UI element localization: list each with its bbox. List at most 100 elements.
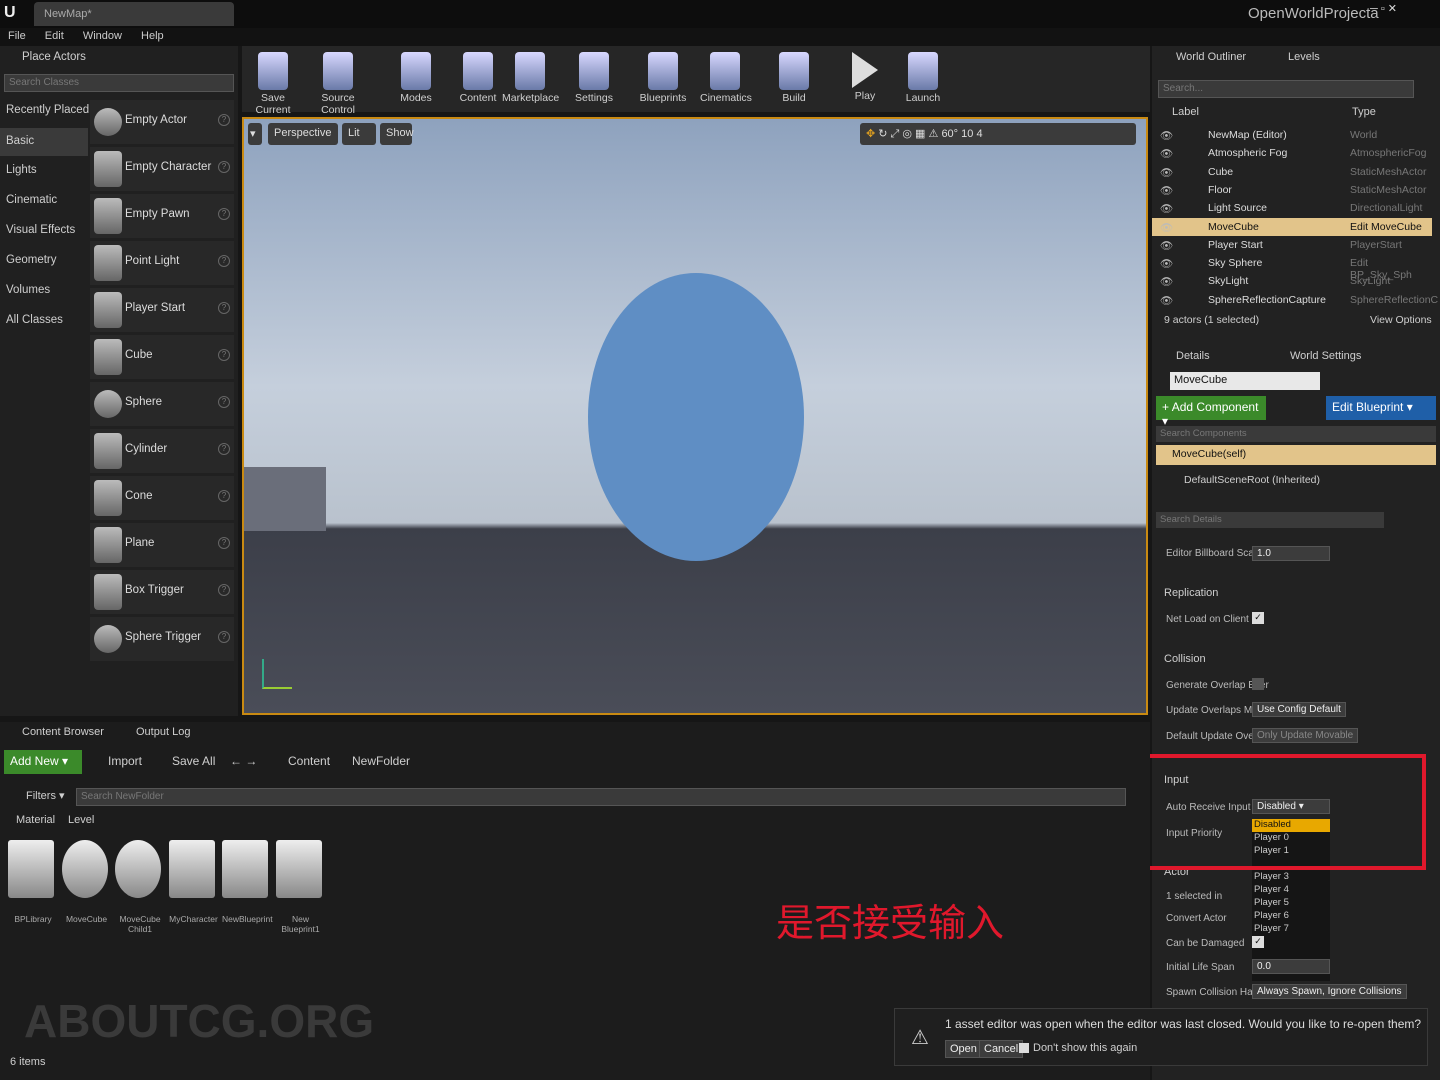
category-all-classes[interactable]: All Classes <box>6 314 63 326</box>
perspective-button[interactable]: Perspective <box>268 123 338 145</box>
menu-window[interactable]: Window <box>75 28 130 44</box>
help-icon[interactable]: ? <box>218 396 230 408</box>
category-volumes[interactable]: Volumes <box>6 284 50 296</box>
outliner-row[interactable]: 👁 Player Start PlayerStart <box>1152 236 1432 254</box>
fov-value[interactable]: 60° <box>941 128 958 140</box>
category-geometry[interactable]: Geometry <box>6 254 57 266</box>
menu-edit[interactable]: Edit <box>37 28 72 44</box>
eye-icon[interactable]: 👁 <box>1160 257 1173 270</box>
actor-sphere[interactable]: Sphere? <box>90 382 234 426</box>
filters-button[interactable]: Filters ▾ <box>26 789 65 802</box>
actor-cylinder[interactable]: Cylinder? <box>90 429 234 473</box>
help-icon[interactable]: ? <box>218 490 230 502</box>
asset-tile[interactable]: BPLibrary <box>8 840 58 940</box>
category-recently[interactable]: Recently Placed <box>6 104 89 116</box>
place-actors-title[interactable]: Place Actors <box>22 51 86 63</box>
tab-content-browser[interactable]: Content Browser <box>22 726 104 738</box>
breadcrumb-content[interactable]: Content <box>288 754 330 768</box>
marketplace-button[interactable]: Marketplace <box>502 46 559 112</box>
lit-button[interactable]: Lit <box>342 123 376 145</box>
translate-icon[interactable]: ✥ <box>866 128 875 140</box>
search-components-input[interactable]: Search Components <box>1156 426 1436 442</box>
actor-player-start[interactable]: Player Start? <box>90 288 234 332</box>
camera-speed[interactable]: 4 <box>976 128 982 140</box>
help-icon[interactable]: ? <box>218 114 230 126</box>
open-button[interactable]: Open <box>945 1040 982 1058</box>
import-button[interactable]: Import <box>108 754 142 768</box>
map-tab[interactable]: NewMap* <box>34 2 234 26</box>
category-basic[interactable]: Basic <box>0 128 88 156</box>
asset-tile[interactable]: MoveCube <box>61 840 112 940</box>
eye-icon[interactable]: 👁 <box>1160 202 1173 215</box>
play-button[interactable]: Play <box>848 46 882 112</box>
tab-details[interactable]: Details <box>1176 350 1210 362</box>
eye-icon[interactable]: 👁 <box>1160 275 1173 288</box>
option-player7[interactable]: Player 7 <box>1252 923 1330 936</box>
outliner-row[interactable]: 👁 Cube StaticMeshActor <box>1152 163 1432 181</box>
col-type[interactable]: Type <box>1352 106 1376 118</box>
option-player4[interactable]: Player 4 <box>1252 884 1330 897</box>
category-cinematic[interactable]: Cinematic <box>6 194 57 206</box>
actor-empty-actor[interactable]: Empty Actor? <box>90 100 234 144</box>
outliner-row[interactable]: 👁 MoveCube Edit MoveCube <box>1152 217 1432 236</box>
outliner-row[interactable]: 👁 Floor StaticMeshActor <box>1152 181 1432 199</box>
help-icon[interactable]: ? <box>218 631 230 643</box>
actor-sphere-trigger[interactable]: Sphere Trigger? <box>90 617 234 661</box>
tab-output-log[interactable]: Output Log <box>136 726 190 738</box>
view-options-button[interactable]: View Options <box>1370 314 1432 326</box>
modes-button[interactable]: Modes <box>394 46 438 112</box>
transform-tools[interactable]: ✥ ↻ ⤢ ◎ ▦ ⚠ 60° 10 4 <box>860 123 1136 145</box>
help-icon[interactable]: ? <box>218 302 230 314</box>
save-current-button[interactable]: Save Current <box>244 46 302 116</box>
filter-level[interactable]: Level <box>68 814 94 826</box>
asset-tile[interactable]: NewBlueprint <box>222 840 273 940</box>
outliner-row[interactable]: 👁 Light Source DirectionalLight <box>1152 199 1432 217</box>
menu-file[interactable]: File <box>0 28 34 44</box>
option-player5[interactable]: Player 5 <box>1252 897 1330 910</box>
outliner-row[interactable]: 👁 SkyLight SkyLight <box>1152 272 1432 290</box>
search-newfolder-input[interactable]: Search NewFolder <box>76 788 1126 806</box>
actor-plane[interactable]: Plane? <box>90 523 234 567</box>
section-collision[interactable]: Collision <box>1164 653 1206 665</box>
col-label[interactable]: Label <box>1172 106 1199 118</box>
actor-empty-character[interactable]: Empty Character? <box>90 147 234 191</box>
net-load-checkbox[interactable]: ✓ <box>1252 612 1264 624</box>
outliner-row[interactable]: 👁 NewMap (Editor) World <box>1152 126 1432 144</box>
tab-world-outliner[interactable]: World Outliner <box>1176 51 1246 63</box>
outliner-search-input[interactable]: Search... <box>1158 80 1414 98</box>
launch-button[interactable]: Launch <box>904 46 942 112</box>
life-span-field[interactable]: 0.0 <box>1252 959 1330 974</box>
search-classes-input[interactable]: Search Classes <box>4 74 234 92</box>
actor-empty-pawn[interactable]: Empty Pawn? <box>90 194 234 238</box>
nav-arrows[interactable]: ← → <box>230 754 257 768</box>
eye-icon[interactable]: 👁 <box>1160 166 1173 179</box>
help-icon[interactable]: ? <box>218 208 230 220</box>
movecube-mesh[interactable] <box>588 273 804 561</box>
blueprints-button[interactable]: Blueprints <box>638 46 688 112</box>
actor-point-light[interactable]: Point Light? <box>90 241 234 285</box>
settings-button[interactable]: Settings <box>572 46 616 112</box>
actor-box-trigger[interactable]: Box Trigger? <box>90 570 234 614</box>
window-controls[interactable]: ─ ▫ ✕ <box>1370 2 1436 16</box>
category-visual-effects[interactable]: Visual Effects <box>6 224 75 236</box>
actor-cone[interactable]: Cone? <box>90 476 234 520</box>
option-player3[interactable]: Player 3 <box>1252 871 1330 884</box>
help-icon[interactable]: ? <box>218 537 230 549</box>
add-component-button[interactable]: + Add Component ▾ <box>1156 396 1266 428</box>
outliner-row[interactable]: 👁 Sky Sphere Edit BP_Sky_Sph <box>1152 254 1432 281</box>
option-player6[interactable]: Player 6 <box>1252 910 1330 923</box>
tab-world-settings[interactable]: World Settings <box>1290 350 1361 362</box>
cancel-button[interactable]: Cancel <box>979 1040 1024 1058</box>
show-button[interactable]: Show <box>380 123 414 145</box>
snap-value[interactable]: 10 <box>961 128 973 140</box>
filter-material[interactable]: Material <box>16 814 55 826</box>
outliner-row[interactable]: 👁 SphereReflectionCapture SphereReflection… <box>1152 291 1438 309</box>
actor-name-field[interactable]: MoveCube <box>1170 372 1320 390</box>
update-overlaps-dropdown[interactable]: Use Config Default <box>1252 702 1346 717</box>
category-lights[interactable]: Lights <box>6 164 37 176</box>
eye-icon[interactable]: 👁 <box>1160 294 1173 307</box>
eye-icon[interactable]: 👁 <box>1160 184 1173 197</box>
help-icon[interactable]: ? <box>218 443 230 455</box>
actor-cube[interactable]: Cube? <box>90 335 234 379</box>
gen-overlap-checkbox[interactable] <box>1252 678 1264 690</box>
